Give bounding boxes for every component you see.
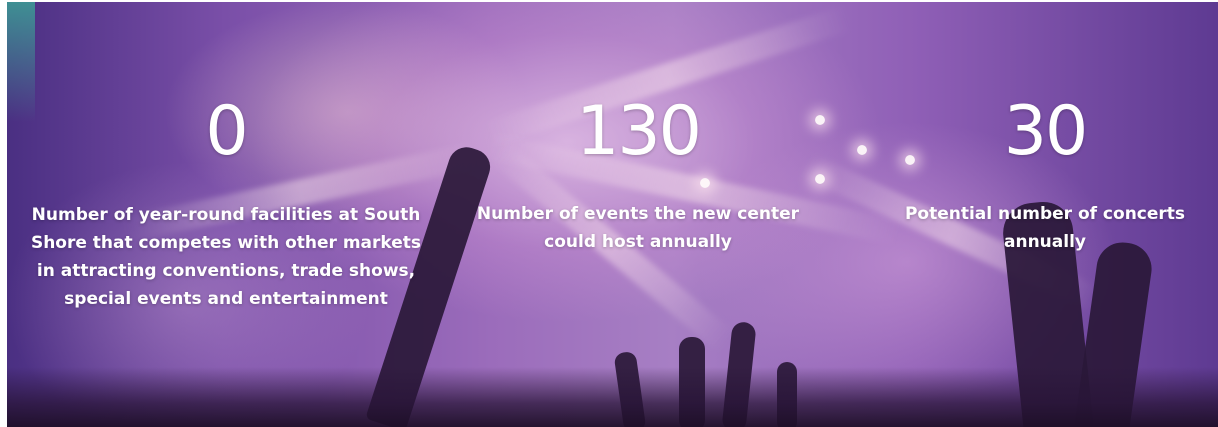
crowd-silhouette (7, 367, 1218, 427)
stat-caption: Number of events the new center could ho… (476, 204, 800, 252)
stat-events: 130 Number of events the new center coul… (459, 2, 817, 256)
stat-facilities: 0 Number of year-round facilities at Sou… (27, 2, 425, 313)
hero-banner: 0 Number of year-round facilities at Sou… (7, 2, 1218, 427)
stat-value: 30 (1003, 92, 1089, 171)
stat-caption: Potential number of concerts annually (904, 204, 1186, 252)
stat-value: 130 (576, 92, 702, 171)
stat-value: 0 (205, 92, 248, 171)
stage-light (857, 145, 867, 155)
stat-concerts: 30 Potential number of concerts annually (885, 2, 1205, 256)
stat-caption: Number of year-round facilities at South… (30, 205, 422, 309)
